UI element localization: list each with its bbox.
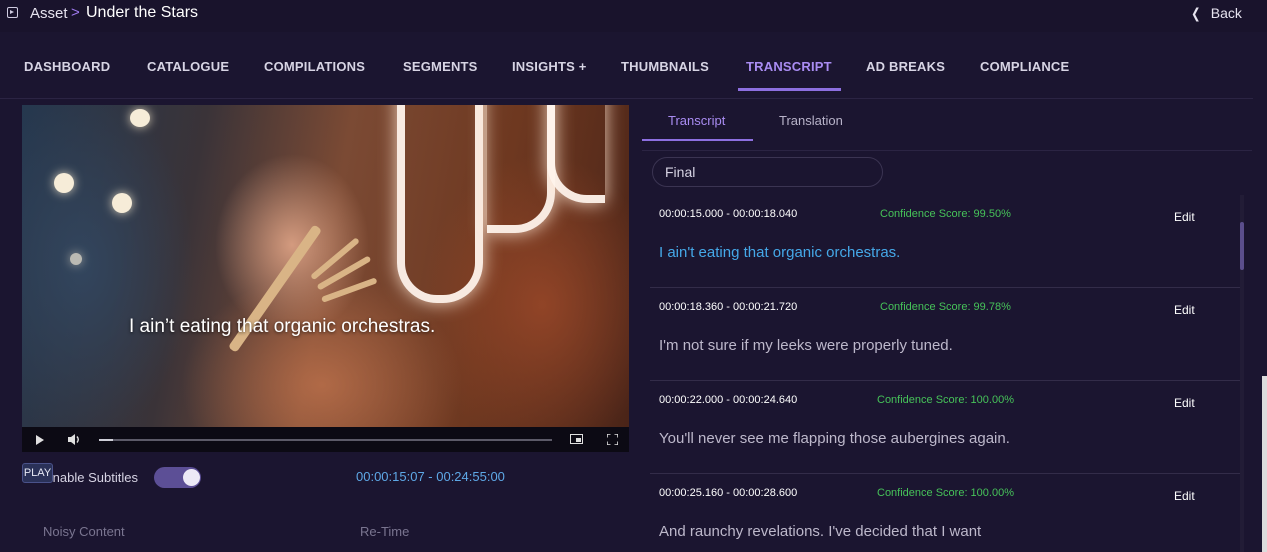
- top-bar: Asset > Under the Stars ❮ Back: [0, 0, 1267, 32]
- back-button[interactable]: ❮ Back: [1190, 5, 1242, 22]
- chevron-left-icon: ❮: [1191, 5, 1201, 21]
- seek-bar-fill: [99, 439, 113, 441]
- bokeh-light: [70, 253, 82, 265]
- nav-active-indicator: [738, 88, 841, 91]
- entry-time-range: 00:00:15.000 - 00:00:18.040: [659, 208, 798, 220]
- tab-transcript[interactable]: Transcript: [668, 113, 725, 128]
- fullscreen-icon[interactable]: [607, 434, 618, 445]
- transcript-entry[interactable]: 00:00:15.000 - 00:00:18.040 Confidence S…: [650, 195, 1240, 288]
- back-label: Back: [1210, 5, 1242, 21]
- play-badge[interactable]: PLAY: [22, 463, 53, 483]
- transcript-scrollbar-thumb[interactable]: [1240, 222, 1244, 270]
- play-icon[interactable]: [36, 435, 44, 445]
- nav-compliance[interactable]: COMPLIANCE: [980, 59, 1069, 74]
- nav-dashboard[interactable]: DASHBOARD: [24, 59, 110, 74]
- entry-confidence: Confidence Score: 99.50%: [880, 208, 1011, 220]
- bokeh-light: [112, 193, 132, 213]
- main-nav: DASHBOARD CATALOGUE COMPILATIONS SEGMENT…: [0, 36, 1253, 99]
- timecode: 00:00:15:07 - 00:24:55:00: [356, 469, 505, 484]
- nav-ad-breaks[interactable]: AD BREAKS: [866, 59, 945, 74]
- bokeh-light: [54, 173, 74, 193]
- nav-compilations[interactable]: COMPILATIONS: [264, 59, 365, 74]
- nav-thumbnails[interactable]: THUMBNAILS: [621, 59, 709, 74]
- neon-sign: [487, 105, 555, 233]
- entry-confidence: Confidence Score: 100.00%: [877, 487, 1014, 499]
- neon-sign: [397, 105, 483, 303]
- page-title: Under the Stars: [86, 4, 199, 21]
- entry-edit-button[interactable]: Edit: [1174, 396, 1195, 410]
- neon-sign: [547, 105, 605, 203]
- video-subtitle: I ain’t eating that organic orchestras.: [129, 316, 436, 337]
- asset-icon: [7, 7, 18, 18]
- seek-bar[interactable]: [99, 439, 552, 441]
- video-frame[interactable]: I ain’t eating that organic orchestras.: [22, 105, 629, 427]
- entry-confidence: Confidence Score: 100.00%: [877, 394, 1014, 406]
- volume-icon[interactable]: [67, 433, 81, 446]
- entry-edit-button[interactable]: Edit: [1174, 489, 1195, 503]
- picture-in-picture-icon[interactable]: [570, 434, 583, 444]
- retime-label: Re-Time: [360, 524, 410, 539]
- transcript-filter-input[interactable]: [652, 157, 883, 187]
- video-controls: [22, 427, 629, 452]
- bokeh-light: [130, 109, 150, 127]
- entry-text[interactable]: You'll never see me flapping those auber…: [659, 430, 1010, 447]
- breadcrumb-asset[interactable]: Asset: [30, 5, 68, 22]
- transcript-entry[interactable]: 00:00:18.360 - 00:00:21.720 Confidence S…: [650, 288, 1240, 381]
- entry-time-range: 00:00:22.000 - 00:00:24.640: [659, 394, 798, 406]
- nav-insights[interactable]: INSIGHTS +: [512, 59, 587, 74]
- tab-translation[interactable]: Translation: [779, 113, 843, 128]
- entry-edit-button[interactable]: Edit: [1174, 303, 1195, 317]
- tab-active-indicator: [642, 139, 753, 141]
- breadcrumb-separator-icon: >: [71, 4, 80, 21]
- noisy-content-label: Noisy Content: [43, 524, 125, 539]
- enable-subtitles-label: Enable Subtitles: [44, 470, 138, 485]
- transcript-entry[interactable]: 00:00:22.000 - 00:00:24.640 Confidence S…: [650, 381, 1240, 474]
- entry-text[interactable]: And raunchy revelations. I've decided th…: [659, 523, 981, 540]
- subtitles-toggle[interactable]: [154, 467, 201, 488]
- nav-segments[interactable]: SEGMENTS: [403, 59, 478, 74]
- toggle-knob: [183, 469, 200, 486]
- nav-catalogue[interactable]: CATALOGUE: [147, 59, 229, 74]
- transcript-entry[interactable]: 00:00:25.160 - 00:00:28.600 Confidence S…: [650, 474, 1240, 552]
- entry-text[interactable]: I ain't eating that organic orchestras.: [659, 244, 900, 261]
- nav-transcript[interactable]: TRANSCRIPT: [746, 59, 832, 74]
- entry-text[interactable]: I'm not sure if my leeks were properly t…: [659, 337, 953, 354]
- transcript-list: 00:00:15.000 - 00:00:18.040 Confidence S…: [650, 195, 1240, 552]
- entry-edit-button[interactable]: Edit: [1174, 210, 1195, 224]
- transcript-tabs: Transcript Translation: [642, 101, 1252, 151]
- window-edge: [1262, 376, 1267, 552]
- entry-time-range: 00:00:18.360 - 00:00:21.720: [659, 301, 798, 313]
- entry-time-range: 00:00:25.160 - 00:00:28.600: [659, 487, 798, 499]
- entry-confidence: Confidence Score: 99.78%: [880, 301, 1011, 313]
